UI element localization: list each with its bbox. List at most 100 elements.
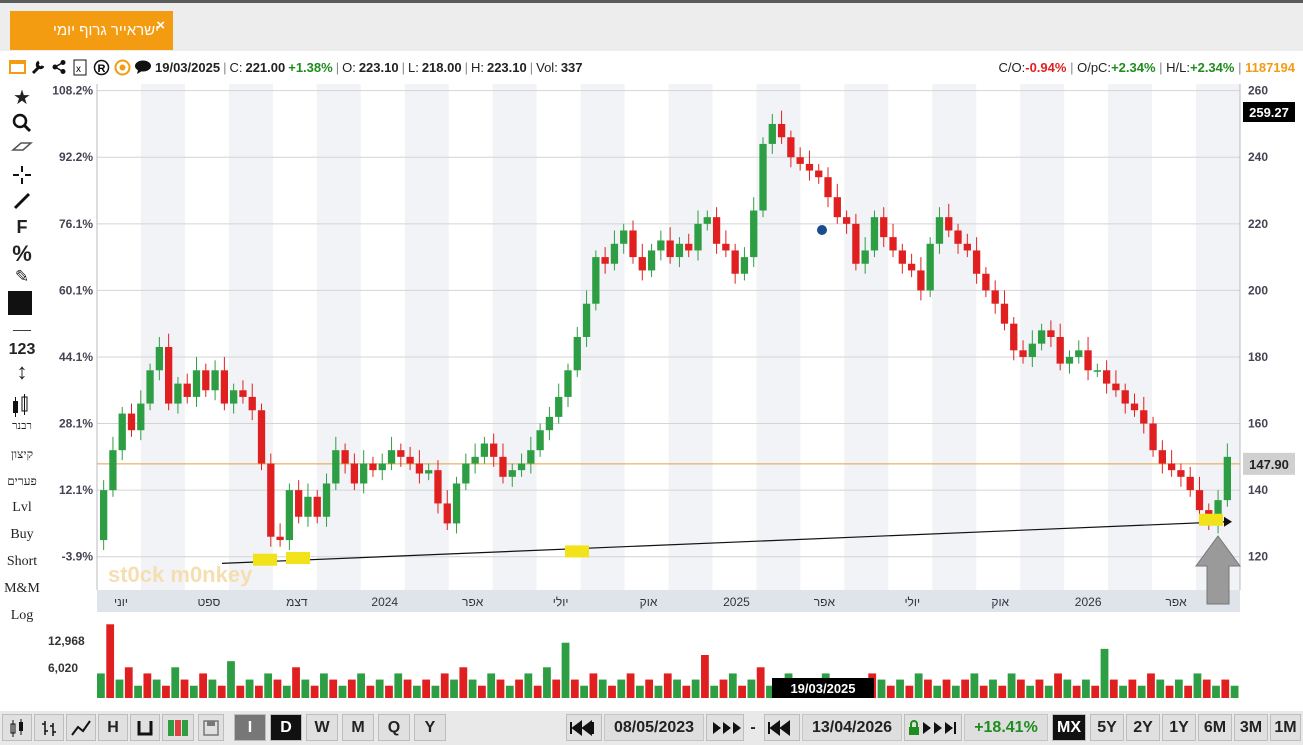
price-candle (1102, 370, 1111, 384)
price-candle (462, 463, 470, 484)
price-candle (1167, 463, 1176, 471)
price-candle (1121, 390, 1129, 404)
y-pct-tick-label: 92.2% (59, 150, 93, 164)
range-1m-button[interactable]: 1M (1270, 714, 1301, 741)
volume-bar (561, 642, 570, 698)
volume-bar (1063, 679, 1072, 698)
interval-weekly-button[interactable]: W (306, 714, 338, 741)
price-candle (564, 370, 572, 397)
y-pct-tick-label: 60.1% (59, 283, 93, 297)
price-candle (740, 257, 749, 274)
x-tick-label: דצמ (286, 595, 308, 609)
volume-bar (1202, 679, 1211, 698)
y-price-tick-label: 260 (1248, 84, 1268, 98)
price-candle (1084, 350, 1092, 371)
volume-bar (180, 679, 189, 698)
volume-bar (217, 685, 226, 698)
lock-next-icon[interactable] (904, 714, 962, 741)
price-candle (425, 470, 433, 474)
volume-bar (301, 679, 310, 698)
volume-bar (403, 679, 412, 698)
price-candle (276, 536, 284, 541)
volume-bar (171, 667, 180, 698)
volume-bar (1165, 685, 1174, 698)
support-touch-marker (286, 552, 310, 565)
month-band (1108, 84, 1153, 590)
volume-bar (924, 679, 932, 698)
range-1y-button[interactable]: 1Y (1162, 714, 1196, 741)
range-6m-button[interactable]: 6M (1198, 714, 1232, 741)
top-price-tag-label: 259.27 (1249, 105, 1289, 120)
to-date[interactable]: 13/04/2026 (802, 714, 902, 741)
price-chart[interactable]: st0ck m0nkey 108.2% 92.2% 76.1% 60.1% 44.1% 2… (0, 0, 1303, 711)
volume-bar (273, 679, 282, 698)
colored-bars-icon[interactable] (162, 714, 194, 741)
price-candle (694, 223, 702, 251)
interval-daily-button[interactable]: D (270, 714, 302, 741)
price-candle (174, 383, 182, 404)
range-3m-button[interactable]: 3M (1234, 714, 1268, 741)
price-candle (369, 463, 377, 471)
volume-bar (608, 685, 616, 698)
volume-bar (1184, 685, 1193, 698)
price-candle (517, 463, 526, 471)
price-candle (220, 370, 229, 404)
volume-bar (459, 667, 468, 698)
price-candle (183, 383, 191, 397)
volume-bar (673, 679, 681, 698)
price-candle (907, 263, 916, 271)
volume-bar (524, 673, 533, 698)
volume-bar (1091, 685, 1100, 698)
price-candle (155, 346, 164, 371)
volume-bar (543, 667, 551, 698)
price-candle (332, 450, 340, 484)
interval-quarterly-button[interactable]: Q (378, 714, 410, 741)
price-candle (824, 177, 832, 198)
price-candle (889, 237, 897, 251)
volume-bar (227, 661, 235, 698)
line-mode-icon[interactable] (66, 714, 96, 741)
from-first-icon[interactable] (566, 714, 602, 741)
volume-bar (552, 679, 561, 698)
volume-bar (450, 679, 458, 698)
price-candle (1047, 330, 1055, 337)
heikin-button[interactable]: H (98, 714, 128, 741)
price-candle (267, 463, 275, 537)
range-5y-button[interactable]: 5Y (1090, 714, 1124, 741)
interval-yearly-button[interactable]: Y (414, 714, 446, 741)
price-candle (1065, 356, 1074, 364)
range-2y-button[interactable]: 2Y (1126, 714, 1160, 741)
price-candle (285, 490, 294, 541)
interval-monthly-button[interactable]: M (342, 714, 374, 741)
price-candle (852, 223, 860, 264)
price-candle (230, 390, 238, 404)
volume-bar (515, 679, 523, 698)
candle-mode-icon[interactable] (2, 714, 32, 741)
price-candle (972, 250, 981, 274)
interval-intraday-button[interactable]: I (234, 714, 266, 741)
save-icon[interactable] (198, 714, 224, 741)
volume-bar (264, 673, 273, 698)
month-band (404, 84, 449, 590)
volume-bar (338, 685, 347, 698)
volume-bar (394, 673, 403, 698)
watermark: st0ck m0nkey (108, 562, 253, 587)
price-candle (675, 243, 684, 258)
volume-bar (412, 685, 421, 698)
price-candle (666, 240, 674, 258)
price-candle (629, 230, 637, 258)
volume-bar (635, 685, 644, 698)
volume-bar (598, 679, 607, 698)
bracket-mode-icon[interactable] (130, 714, 160, 741)
volume-bar (747, 679, 756, 698)
ohlc-mode-icon[interactable] (34, 714, 64, 741)
price-candle (499, 456, 507, 477)
price-candle (434, 470, 442, 504)
from-date[interactable]: 08/05/2023 (604, 714, 704, 741)
volume-bar (106, 624, 115, 698)
price-candle (1158, 450, 1166, 464)
range-max-button[interactable]: MX (1052, 714, 1086, 741)
from-next-icon[interactable] (706, 714, 744, 741)
to-prev-icon[interactable] (764, 714, 800, 741)
volume-bar (533, 685, 542, 698)
